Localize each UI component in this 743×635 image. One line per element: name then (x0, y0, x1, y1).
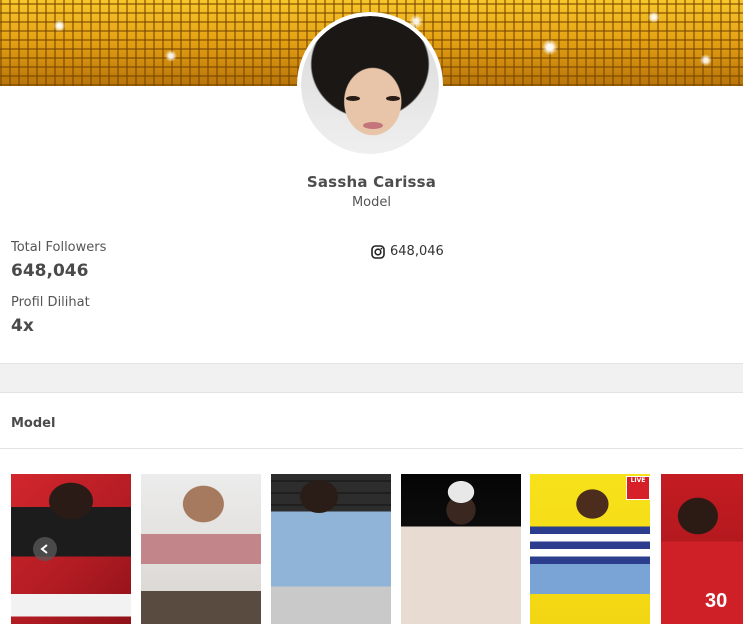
photo-overlay-number: 30 (705, 590, 728, 612)
instagram-followers: 648,046 (390, 244, 444, 259)
views-label: Profil Dilihat (11, 295, 90, 310)
divider (0, 448, 743, 449)
profile-role: Model (351, 195, 392, 210)
gallery-photo[interactable] (141, 474, 261, 624)
profile-name: Sassha Carissa (306, 173, 437, 191)
followers-value: 648,046 (11, 261, 89, 281)
gallery-photo[interactable] (271, 474, 391, 624)
gallery-photo[interactable] (11, 474, 131, 624)
divider (0, 392, 743, 393)
instagram-icon (371, 244, 385, 259)
gallery-photo[interactable] (661, 474, 743, 624)
gallery-photo[interactable] (401, 474, 521, 624)
views-value: 4x (11, 316, 34, 336)
instagram-link[interactable]: 648,046 (371, 244, 444, 259)
section-gap (0, 364, 743, 392)
gallery-prev-button[interactable] (33, 537, 57, 561)
avatar[interactable] (297, 12, 443, 158)
live-badge: LIVE (626, 476, 650, 500)
avatar-photo (301, 16, 439, 154)
arrow-left-icon (39, 540, 51, 559)
section-title: Model (11, 416, 56, 431)
followers-label: Total Followers (11, 240, 107, 255)
